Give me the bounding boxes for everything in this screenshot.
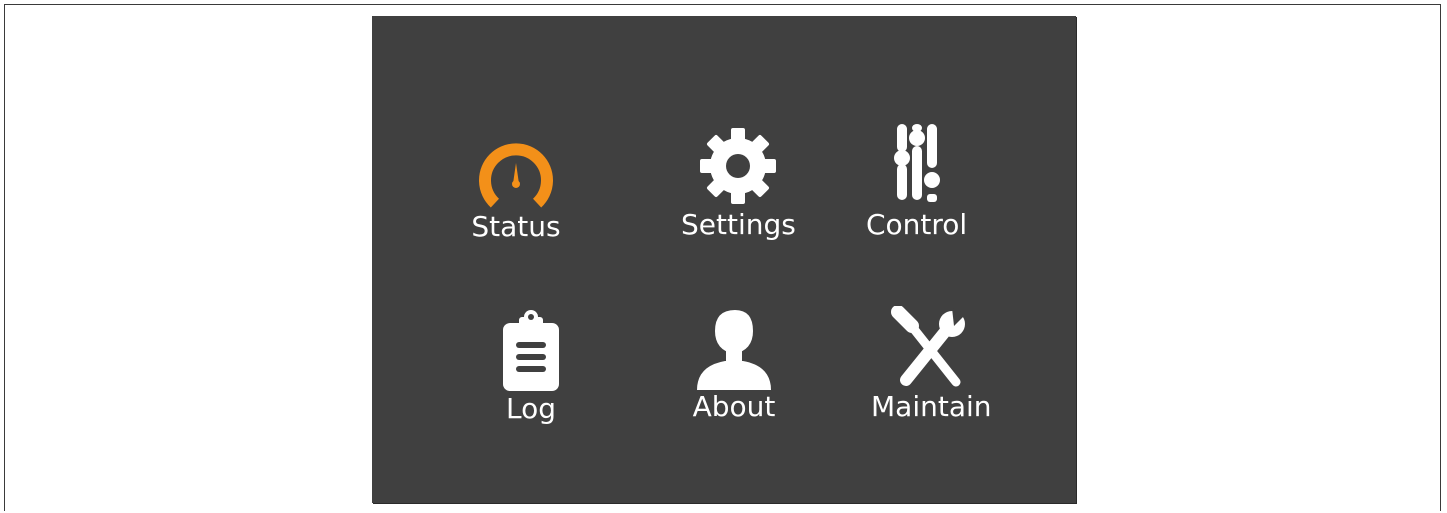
menu-item-label: About	[692, 390, 776, 423]
menu-item-maintain[interactable]: Maintain	[871, 306, 992, 422]
menu-item-log[interactable]: Log	[486, 308, 576, 424]
menu-item-settings[interactable]: Settings	[681, 124, 796, 240]
menu-item-label: Log	[505, 392, 556, 425]
menu-item-control[interactable]: Control	[866, 124, 967, 240]
menu-item-label: Control	[866, 208, 968, 241]
menu-item-status[interactable]: Status	[471, 126, 561, 242]
sliders-icon	[893, 124, 940, 202]
menu-item-about[interactable]: About	[689, 306, 779, 422]
clipboard-icon	[503, 310, 559, 391]
gauge-icon	[479, 143, 553, 208]
menu-item-label: Settings	[681, 208, 796, 241]
gear-icon	[700, 128, 777, 204]
person-icon	[697, 310, 771, 390]
menu-item-label: Status	[471, 210, 561, 243]
device-screen: Status Settings Control Log About Mainta…	[372, 16, 1076, 503]
tools-icon	[891, 306, 967, 387]
menu-item-label: Maintain	[871, 390, 992, 423]
